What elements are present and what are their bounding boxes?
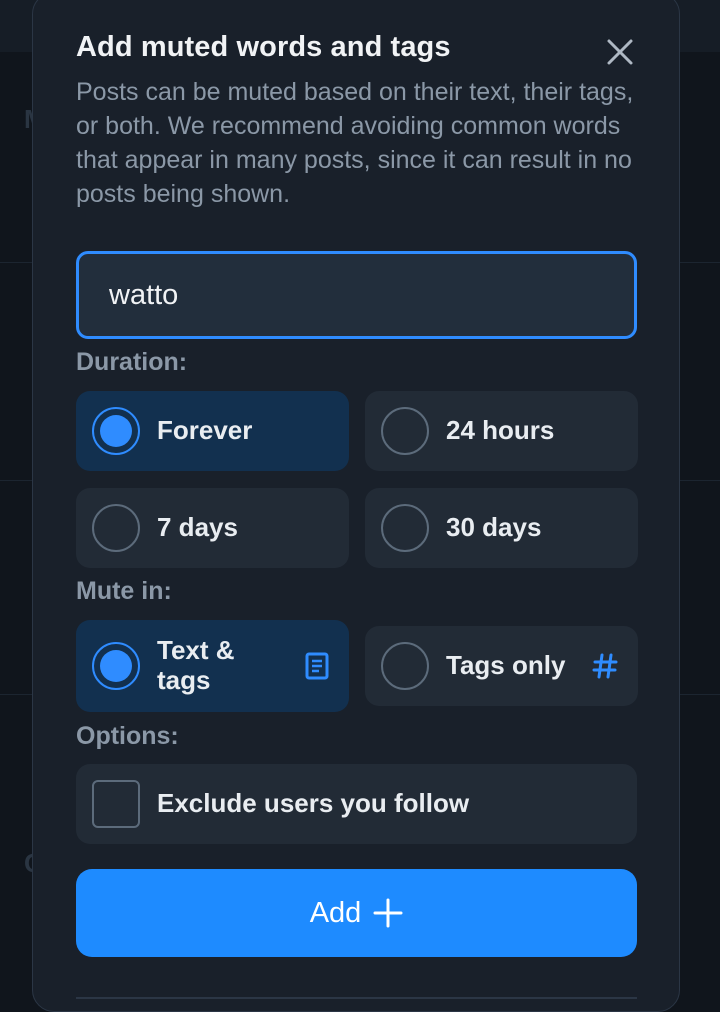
radio-selected bbox=[92, 407, 140, 455]
background-divider bbox=[0, 694, 32, 695]
background-divider bbox=[680, 480, 720, 481]
exclude-following-label: Exclude users you follow bbox=[157, 788, 470, 818]
options-label: Options: bbox=[76, 722, 179, 750]
duration-option-30-days[interactable]: 30 days bbox=[365, 488, 638, 568]
dialog-description: Posts can be muted based on their text, … bbox=[76, 78, 634, 208]
duration-label: Duration: bbox=[76, 348, 188, 376]
radio-selected bbox=[92, 642, 140, 690]
mute-in-option-label: Text & tags bbox=[157, 635, 235, 695]
radio-unselected bbox=[381, 407, 429, 455]
close-button[interactable] bbox=[603, 35, 637, 69]
radio-unselected bbox=[92, 504, 140, 552]
radio-unselected bbox=[381, 504, 429, 552]
background-divider bbox=[680, 262, 720, 263]
muted-word-input[interactable] bbox=[76, 251, 637, 339]
background-divider bbox=[0, 480, 32, 481]
radio-unselected bbox=[381, 642, 429, 690]
duration-option-label: 24 hours bbox=[446, 415, 555, 445]
close-icon bbox=[607, 39, 633, 65]
background-divider bbox=[0, 262, 32, 263]
duration-option-24-hours[interactable]: 24 hours bbox=[365, 391, 638, 471]
add-button[interactable]: Add bbox=[76, 869, 637, 957]
mute-in-option-tags-only[interactable]: Tags only bbox=[365, 626, 638, 706]
mute-in-option-text-and-tags[interactable]: Text & tags bbox=[76, 620, 349, 712]
muted-words-dialog: Add muted words and tags Posts can be mu… bbox=[32, 0, 680, 1012]
plus-icon bbox=[373, 898, 403, 928]
mute-in-option-label: Tags only bbox=[446, 650, 566, 680]
add-button-label: Add bbox=[309, 896, 362, 929]
document-icon bbox=[305, 652, 329, 680]
dialog-divider bbox=[76, 997, 637, 999]
dialog-title: Add muted words and tags bbox=[76, 31, 451, 63]
duration-option-7-days[interactable]: 7 days bbox=[76, 488, 349, 568]
mute-in-label: Mute in: bbox=[76, 577, 172, 605]
duration-option-label: 30 days bbox=[446, 512, 542, 542]
hashtag-icon bbox=[592, 653, 618, 679]
background-divider bbox=[680, 694, 720, 695]
duration-option-label: Forever bbox=[157, 415, 253, 445]
duration-option-forever[interactable]: Forever bbox=[76, 391, 349, 471]
exclude-following-option[interactable]: Exclude users you follow bbox=[76, 764, 637, 844]
exclude-following-checkbox[interactable] bbox=[92, 780, 140, 828]
duration-option-label: 7 days bbox=[157, 512, 238, 542]
